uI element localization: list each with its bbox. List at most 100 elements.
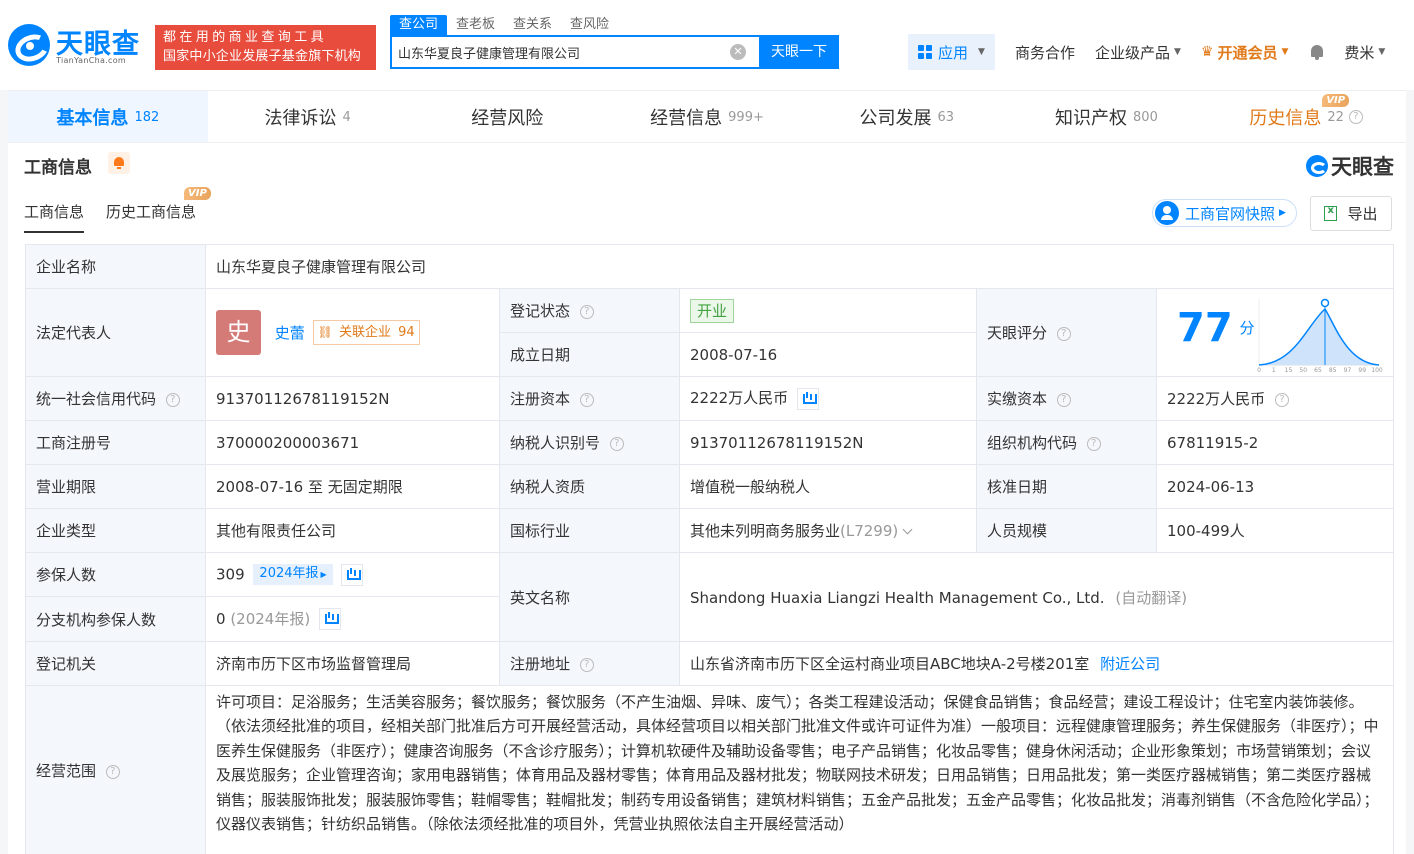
insured-chart-icon[interactable]: [341, 563, 364, 586]
branch-chart-icon[interactable]: [319, 608, 341, 631]
chevron-down-icon: ▼: [1173, 47, 1181, 57]
capital-chart-icon[interactable]: [796, 387, 819, 410]
help-icon[interactable]: ?: [165, 392, 180, 407]
excel-icon: [1324, 205, 1338, 221]
search-tab-boss[interactable]: 查老板: [447, 15, 504, 35]
table-row: 经营范围 ? 许可项目：足浴服务；生活美容服务；餐饮服务；餐饮服务（不产生油烟、…: [25, 685, 1394, 854]
reg-capital-label-cell: 注册资本 ?: [499, 376, 680, 421]
address-value: 山东省济南市历下区全运村商业项目ABC地块A-2号楼201室: [690, 655, 1090, 673]
related-companies-tag[interactable]: ⛓ 关联企业 94: [312, 320, 420, 345]
established-label: 成立日期: [499, 332, 680, 377]
score-tick-label: 99: [1358, 367, 1366, 373]
taxpayer-id-label-cell: 纳税人识别号 ?: [499, 420, 680, 465]
industry-cell[interactable]: 其他未列明商务服务业(L7299): [679, 508, 977, 553]
eye-logo-icon: [1306, 155, 1328, 177]
search-tab-risk[interactable]: 查风险: [561, 15, 618, 35]
help-icon[interactable]: ?: [105, 764, 120, 779]
search-tab-relation[interactable]: 查关系: [504, 15, 561, 35]
type-label: 企业类型: [25, 508, 206, 553]
vip-badge: VIP: [184, 187, 211, 200]
tab-count: 4: [342, 109, 351, 125]
tab-ip[interactable]: 知识产权 800: [1007, 91, 1207, 143]
scope-label-cell: 经营范围 ?: [25, 685, 206, 854]
official-snapshot-button[interactable]: 工商官网快照 ▶: [1152, 199, 1297, 227]
branch-insured-cell: 0 (2024年报): [205, 596, 500, 642]
search-input[interactable]: [392, 37, 722, 67]
search-button[interactable]: 天眼一下: [759, 35, 839, 69]
staff-label: 人员规模: [976, 508, 1157, 553]
help-icon[interactable]: ?: [1056, 392, 1071, 407]
score-label-cell: 天眼评分 ?: [976, 288, 1157, 377]
subtab-history-business-info[interactable]: 历史工商信息 VIP: [106, 187, 211, 233]
annual-report-tag[interactable]: 2024年报 ▶: [253, 564, 333, 585]
subtab-label: 历史工商信息: [106, 203, 197, 221]
help-icon[interactable]: ?: [579, 304, 594, 319]
scope-label: 经营范围: [36, 762, 97, 780]
tab-label: 历史信息: [1249, 108, 1322, 129]
approval-label: 核准日期: [976, 464, 1157, 509]
clear-icon[interactable]: ✕: [730, 44, 746, 60]
help-icon[interactable]: ?: [579, 392, 594, 407]
export-button[interactable]: 导出: [1310, 196, 1392, 231]
score-cell[interactable]: 77 分 0 1 15 50 65 85 97 99 100: [1156, 288, 1394, 377]
apps-menu[interactable]: 应用 ▼: [908, 34, 995, 70]
tab-label: 知识产权: [1055, 108, 1128, 129]
help-icon[interactable]: ?: [1086, 436, 1101, 451]
avatar[interactable]: 史: [216, 310, 261, 355]
tab-history[interactable]: 历史信息 22 ? VIP: [1206, 91, 1406, 143]
tab-basic-info[interactable]: 基本信息 182: [8, 91, 208, 143]
table-row: 工商注册号 370000200003671 纳税人识别号 ? 913701126…: [25, 420, 1394, 465]
nav-enterprise[interactable]: 企业级产品 ▼: [1095, 42, 1181, 63]
search-tab-company[interactable]: 查公司: [390, 15, 448, 35]
help-icon[interactable]: ?: [609, 436, 624, 451]
help-icon[interactable]: ?: [1348, 110, 1363, 124]
score-tick-label: 97: [1344, 367, 1352, 373]
score-tick-label: 0: [1257, 367, 1261, 373]
chevron-right-icon: ▶: [1279, 208, 1286, 218]
subtab-business-info[interactable]: 工商信息: [24, 201, 85, 233]
english-note: (自动翻译): [1115, 588, 1188, 607]
nearby-companies-link[interactable]: 附近公司: [1100, 655, 1160, 673]
reg-no-label: 工商注册号: [25, 420, 206, 465]
apps-grid-icon: [918, 45, 932, 59]
vip-badge: VIP: [1322, 94, 1350, 107]
chevron-down-icon: [902, 524, 913, 535]
main-tabs: 基本信息 182 法律诉讼 4 经营风险 经营信息 999+ 公司发展 63 知…: [8, 90, 1406, 143]
legal-rep-name[interactable]: 史蕾: [275, 324, 305, 342]
help-icon[interactable]: ?: [579, 657, 594, 672]
tab-operating-info[interactable]: 经营信息 999+: [607, 91, 807, 143]
tab-label: 公司发展: [859, 108, 932, 129]
score-tick-label: 85: [1329, 367, 1337, 373]
help-icon[interactable]: ?: [1056, 326, 1071, 341]
tab-operating-risk[interactable]: 经营风险: [407, 91, 607, 143]
english-label: 英文名称: [499, 552, 680, 642]
table-row: 登记机关 济南市历下区市场监督管理局 注册地址 ? 山东省济南市历下区全运村商业…: [25, 641, 1394, 686]
tab-legal[interactable]: 法律诉讼 4: [208, 91, 408, 143]
monitor-bell-icon[interactable]: [108, 152, 130, 174]
insured-value: 309: [216, 565, 245, 583]
top-nav: 应用 ▼ 商务合作 企业级产品 ▼ ♛ 开通会员 ▼ 费米 ▼: [908, 34, 1385, 70]
reg-capital-value: 2222万人民币: [690, 389, 789, 408]
status-label-cell: 登记状态 ?: [499, 288, 680, 333]
nav-vip[interactable]: ♛ 开通会员 ▼: [1201, 42, 1289, 63]
slogan-line-1: 都在用的商业查询工具: [163, 30, 328, 45]
snapshot-label: 工商官网快照: [1185, 204, 1276, 223]
help-icon[interactable]: ?: [1274, 392, 1289, 407]
eye-logo-icon: [8, 24, 50, 66]
site-logo[interactable]: 天眼查 TianYanCha.com: [8, 22, 148, 70]
paid-capital-value: 2222万人民币: [1167, 390, 1266, 408]
chevron-right-icon: ▶: [320, 570, 327, 579]
company-name-label: 企业名称: [25, 244, 206, 289]
score-tick-label: 1: [1272, 367, 1276, 373]
search-box: ✕: [390, 35, 760, 69]
tab-development[interactable]: 公司发展 63: [807, 91, 1007, 143]
tab-count: 182: [134, 109, 160, 125]
credit-code-label-cell: 统一社会信用代码 ?: [25, 376, 206, 421]
nav-business[interactable]: 商务合作: [1015, 42, 1075, 63]
notification-bell-icon[interactable]: [1310, 44, 1324, 60]
top-header: 天眼查 TianYanCha.com 都在用的商业查询工具 国家中小企业发展子基…: [0, 0, 1414, 90]
business-info-table: 企业名称 山东华夏良子健康管理有限公司 法定代表人 史 史蕾 ⛓ 关联企业 94…: [25, 244, 1394, 854]
user-menu[interactable]: 费米 ▼: [1344, 42, 1385, 63]
tax-qual-value: 增值税一般纳税人: [679, 464, 977, 509]
table-row: 参保人数 309 2024年报 ▶ 英文名称 Shandong Huaxia Li…: [25, 552, 1394, 642]
